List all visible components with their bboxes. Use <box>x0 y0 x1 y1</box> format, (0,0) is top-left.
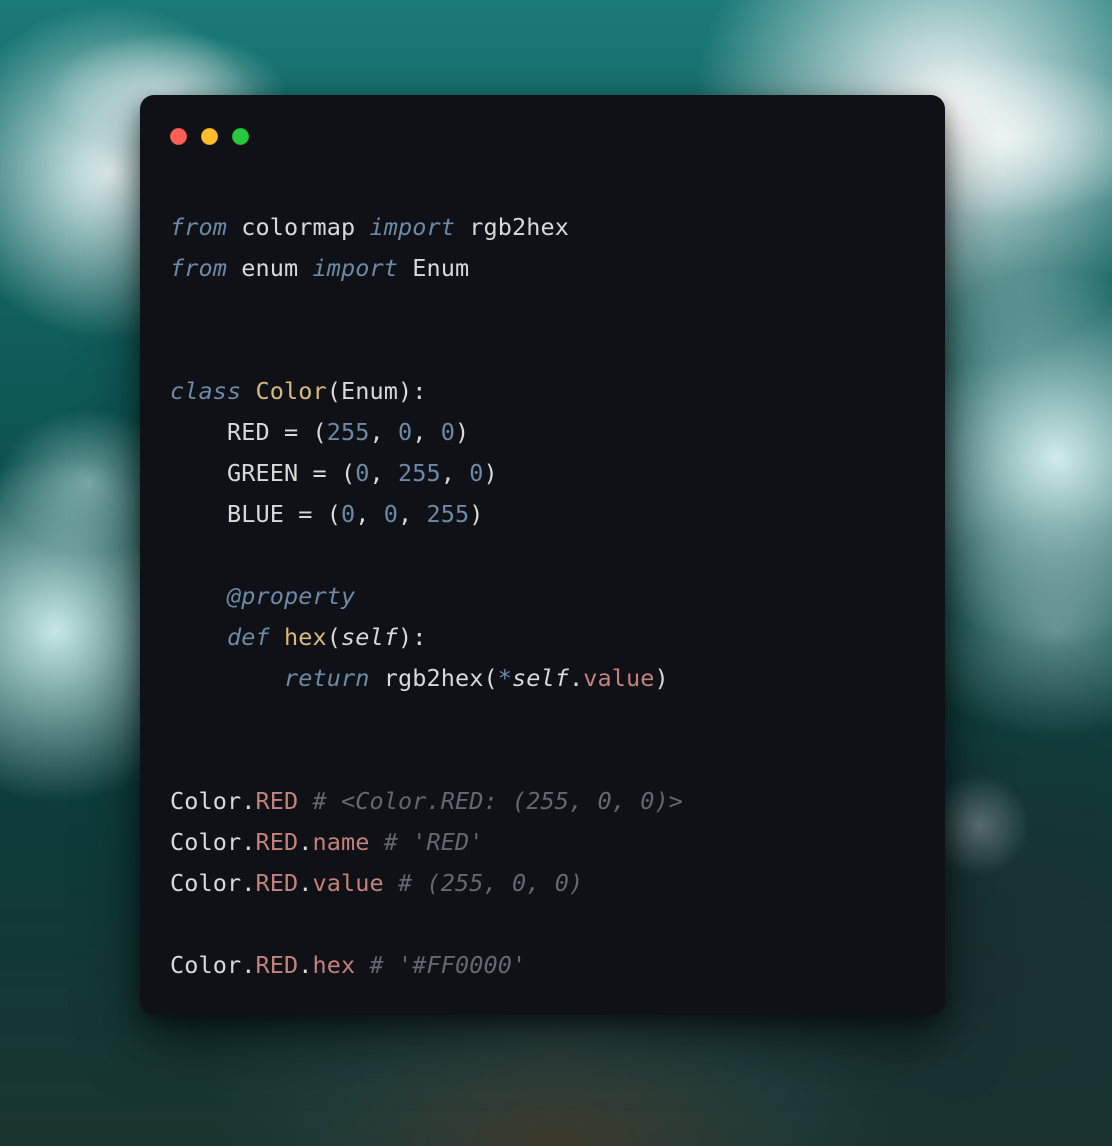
decorator-property: @property <box>227 582 355 610</box>
module-enum: enum <box>241 254 298 282</box>
ref-color: Color <box>170 787 241 815</box>
titlebar <box>140 95 945 145</box>
comma: , <box>412 418 426 446</box>
comma: , <box>441 459 455 487</box>
comma: , <box>370 459 384 487</box>
attr-value: value <box>313 869 384 897</box>
dot: . <box>241 869 255 897</box>
equals: = <box>284 418 298 446</box>
paren-close: ) <box>469 500 483 528</box>
dot: . <box>298 828 312 856</box>
dot: . <box>241 828 255 856</box>
dot: . <box>569 664 583 692</box>
member-blue: BLUE <box>227 500 284 528</box>
method-hex: hex <box>284 623 327 651</box>
paren-close: ) <box>398 377 412 405</box>
ref-color: Color <box>170 869 241 897</box>
base-enum: Enum <box>341 377 398 405</box>
num: 0 <box>469 459 483 487</box>
keyword-class: class <box>170 377 241 405</box>
attr-name: name <box>313 828 370 856</box>
keyword-return: return <box>284 664 370 692</box>
attr-red: RED <box>256 828 299 856</box>
ref-color: Color <box>170 828 241 856</box>
dot: . <box>298 951 312 979</box>
star: * <box>498 664 512 692</box>
keyword-def: def <box>227 623 270 651</box>
comment-name: # 'RED' <box>384 828 484 856</box>
keyword-import: import <box>370 213 456 241</box>
num: 0 <box>384 500 398 528</box>
attr-red: RED <box>256 951 299 979</box>
num: 0 <box>341 500 355 528</box>
attr-value: value <box>583 664 654 692</box>
colon: : <box>412 377 426 405</box>
num: 0 <box>398 418 412 446</box>
paren-close: ) <box>484 459 498 487</box>
paren-open: ( <box>341 459 355 487</box>
close-icon[interactable] <box>170 128 187 145</box>
paren-close: ) <box>398 623 412 651</box>
colon: : <box>412 623 426 651</box>
attr-red: RED <box>256 869 299 897</box>
equals: = <box>298 500 312 528</box>
ref-color: Color <box>170 951 241 979</box>
comment-value: # (255, 0, 0) <box>398 869 583 897</box>
comma: , <box>355 500 369 528</box>
comma: , <box>370 418 384 446</box>
paren-open: ( <box>313 418 327 446</box>
call-rgb2hex: rgb2hex <box>384 664 484 692</box>
num: 255 <box>398 459 441 487</box>
name-rgb2hex: rgb2hex <box>469 213 569 241</box>
self-ref: self <box>512 664 569 692</box>
comment-hex: # '#FF0000' <box>370 951 527 979</box>
comment-repr: # <Color.RED: (255, 0, 0)> <box>313 787 683 815</box>
class-color: Color <box>256 377 327 405</box>
name-enum-import: Enum <box>412 254 469 282</box>
param-self: self <box>341 623 398 651</box>
paren-close: ) <box>455 418 469 446</box>
paren-open: ( <box>327 623 341 651</box>
member-red: RED <box>227 418 270 446</box>
keyword-from: from <box>170 254 227 282</box>
num: 0 <box>355 459 369 487</box>
paren-open: ( <box>327 377 341 405</box>
zoom-icon[interactable] <box>232 128 249 145</box>
num: 255 <box>427 500 470 528</box>
comma: , <box>398 500 412 528</box>
code-window: from colormap import rgb2hex from enum i… <box>140 95 945 1015</box>
dot: . <box>298 869 312 897</box>
dot: . <box>241 951 255 979</box>
dot: . <box>241 787 255 815</box>
paren-close: ) <box>655 664 669 692</box>
attr-hex: hex <box>313 951 356 979</box>
attr-red: RED <box>256 787 299 815</box>
minimize-icon[interactable] <box>201 128 218 145</box>
equals: = <box>313 459 327 487</box>
member-green: GREEN <box>227 459 298 487</box>
num: 0 <box>441 418 455 446</box>
paren-open: ( <box>484 664 498 692</box>
num: 255 <box>327 418 370 446</box>
keyword-from: from <box>170 213 227 241</box>
code-area[interactable]: from colormap import rgb2hex from enum i… <box>140 145 945 1016</box>
module-colormap: colormap <box>241 213 355 241</box>
keyword-import: import <box>313 254 399 282</box>
paren-open: ( <box>327 500 341 528</box>
